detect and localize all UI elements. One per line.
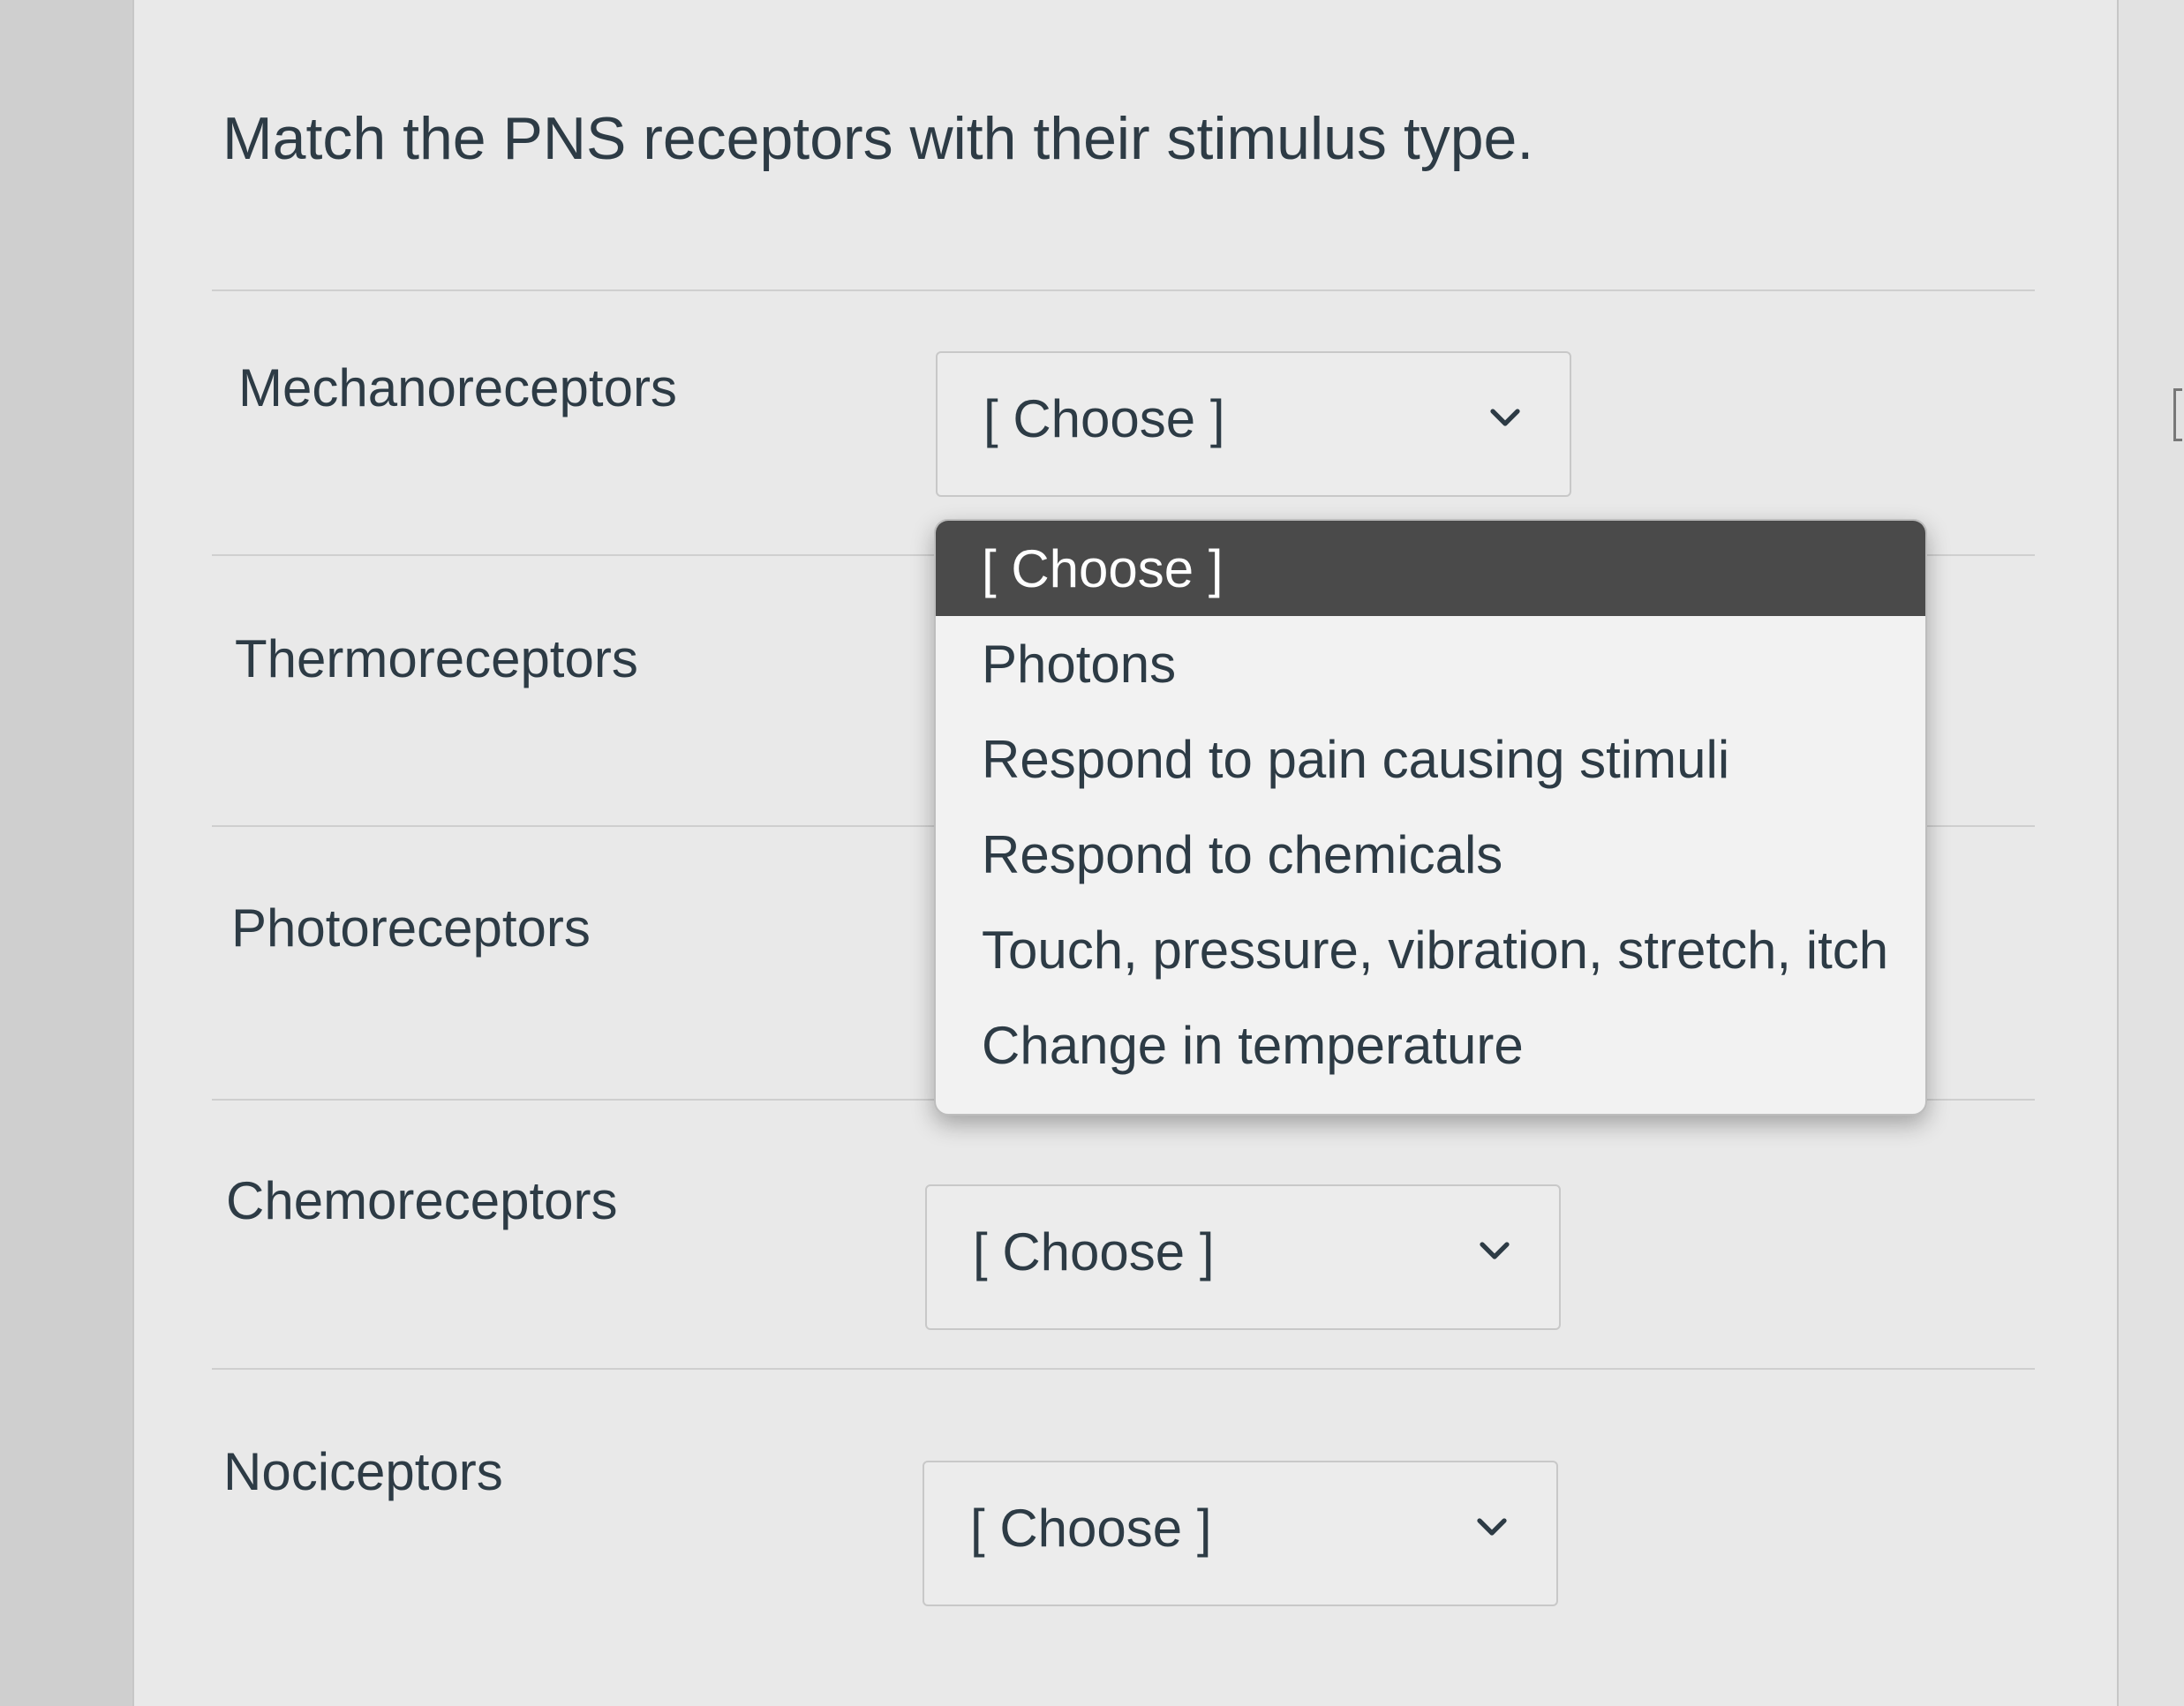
- chevron-down-icon: [1477, 1518, 1507, 1536]
- dropdown-option[interactable]: [ Choose ]: [936, 521, 1925, 616]
- select-chemoreceptors[interactable]: [ Choose ]: [925, 1184, 1561, 1330]
- row-label-chemoreceptors: Chemoreceptors: [226, 1171, 618, 1230]
- page-left-margin: [0, 0, 132, 1706]
- sidebar-edge-icon: [2173, 388, 2182, 441]
- row-divider: [212, 1368, 2035, 1370]
- dropdown-option[interactable]: Change in temperature: [936, 997, 1925, 1093]
- row-label-photoreceptors: Photoreceptors: [231, 898, 591, 958]
- select-value: [ Choose ]: [983, 389, 1225, 448]
- chevron-down-icon: [1490, 409, 1520, 426]
- chevron-down-icon: [1480, 1242, 1510, 1259]
- dropdown-option[interactable]: Touch, pressure, vibration, stretch, itc…: [936, 902, 1925, 997]
- page-right-margin: [2119, 0, 2184, 1706]
- row-label-nociceptors: Nociceptors: [223, 1442, 503, 1501]
- dropdown-options-list: [ Choose ] Photons Respond to pain causi…: [934, 519, 1927, 1116]
- select-value: [ Choose ]: [970, 1499, 1212, 1558]
- select-value: [ Choose ]: [973, 1222, 1215, 1281]
- dropdown-option[interactable]: Respond to pain causing stimuli: [936, 711, 1925, 807]
- row-label-thermoreceptors: Thermoreceptors: [235, 629, 638, 688]
- dropdown-option[interactable]: Photons: [936, 616, 1925, 711]
- question-text: Match the PNS receptors with their stimu…: [222, 105, 1534, 172]
- row-divider: [212, 289, 2035, 291]
- select-mechanoreceptors[interactable]: [ Choose ]: [936, 351, 1571, 497]
- dropdown-option[interactable]: Respond to chemicals: [936, 807, 1925, 902]
- row-label-mechanoreceptors: Mechanoreceptors: [238, 358, 677, 417]
- select-nociceptors[interactable]: [ Choose ]: [923, 1461, 1558, 1606]
